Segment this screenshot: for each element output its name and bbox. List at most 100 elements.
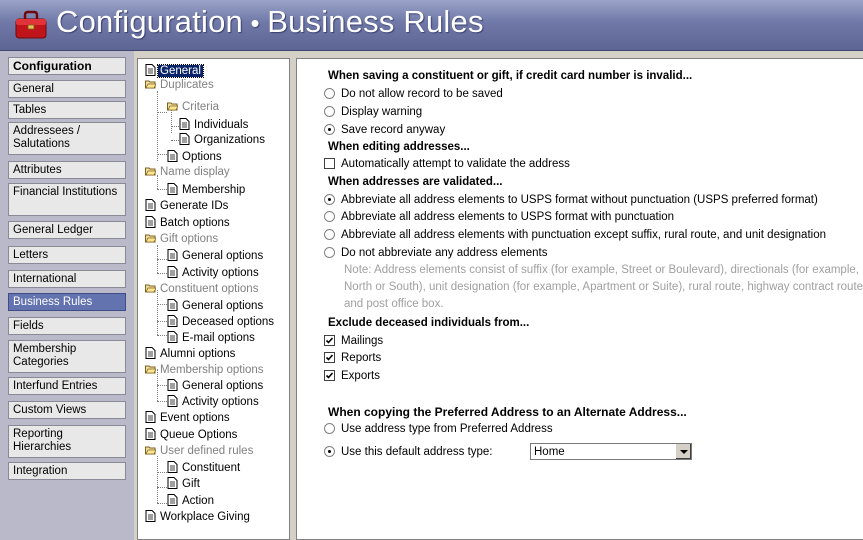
open-folder-icon (145, 284, 156, 293)
sidebar-item-integration[interactable]: Integration (8, 462, 126, 480)
tree-item-membership-general-options[interactable]: General options (167, 379, 265, 393)
document-icon (179, 118, 190, 130)
sidebar-item-interfund-entries[interactable]: Interfund Entries (8, 377, 126, 395)
sidebar-item-custom-views[interactable]: Custom Views (8, 401, 126, 419)
open-folder-icon (145, 365, 156, 374)
page-title: Configuration • Business Rules (56, 4, 484, 39)
document-icon (179, 133, 190, 145)
sidebar-item-tables[interactable]: Tables (8, 101, 126, 119)
tree-item-organizations[interactable]: Organizations (179, 133, 267, 147)
sidebar-header-configuration[interactable]: Configuration (8, 57, 126, 75)
tree-item-deceased-options[interactable]: Deceased options (167, 315, 276, 329)
address-elements-note: Note: Address elements consist of suffix… (344, 264, 863, 310)
tree-item-membership-options[interactable]: Membership options (145, 363, 266, 377)
document-icon (167, 379, 178, 391)
toolbox-icon (15, 10, 47, 39)
document-icon (167, 395, 178, 407)
radio-button[interactable] (324, 229, 335, 240)
radio-button[interactable] (324, 106, 335, 117)
sidebar-item-letters[interactable]: Letters (8, 246, 126, 264)
radio-button-selected[interactable] (324, 124, 335, 135)
general-rules-panel: When saving a constituent or gift, if cr… (296, 58, 863, 540)
copy-option-default-type[interactable]: Use this default address type: Home (324, 443, 724, 460)
tree-item-general[interactable]: General (145, 64, 204, 78)
checkmark-icon (325, 354, 334, 361)
checkmark-icon (325, 337, 334, 344)
sidebar-item-membership-categories[interactable]: Membership Categories (8, 340, 126, 373)
document-icon (145, 510, 156, 522)
document-icon (167, 183, 178, 195)
document-icon (145, 411, 156, 423)
tree-item-gift[interactable]: Gift (167, 477, 202, 491)
sidebar-item-addressees-salutations[interactable]: Addressees / Salutations (8, 122, 126, 155)
title-bar: Configuration • Business Rules (0, 0, 863, 51)
sidebar-item-business-rules[interactable]: Business Rules (8, 293, 126, 311)
document-icon (167, 249, 178, 261)
tree-item-membership-activity-options[interactable]: Activity options (167, 395, 261, 409)
document-icon (145, 428, 156, 440)
tree-item-batch-options[interactable]: Batch options (145, 216, 232, 230)
addresses-validated-heading: When addresses are validated... (328, 176, 503, 188)
document-icon (167, 494, 178, 506)
radio-button-selected[interactable] (324, 194, 335, 205)
tree-item-constituent[interactable]: Constituent (167, 461, 242, 475)
tree-item-options[interactable]: Options (167, 150, 224, 164)
tree-item-duplicates[interactable]: Duplicates (145, 78, 216, 92)
document-icon (167, 461, 178, 473)
open-folder-icon (167, 102, 178, 111)
document-icon (167, 299, 178, 311)
tree-item-event-options[interactable]: Event options (145, 411, 232, 425)
tree-item-name-display[interactable]: Name display (145, 165, 232, 179)
dropdown-arrow-icon[interactable] (675, 444, 691, 459)
copy-preferred-address-heading: When copying the Preferred Address to an… (328, 405, 687, 419)
default-address-type-select[interactable]: Home (530, 443, 692, 460)
tree-item-individuals[interactable]: Individuals (179, 118, 250, 132)
editing-addresses-heading: When editing addresses... (328, 141, 470, 153)
tree-item-gift-options[interactable]: Gift options (145, 232, 220, 246)
config-sidebar: Configuration General Tables Addressees … (0, 51, 134, 540)
sidebar-item-reporting-hierarchies[interactable]: Reporting Hierarchies (8, 425, 126, 458)
checkbox[interactable] (324, 352, 335, 363)
tree-item-generate-ids[interactable]: Generate IDs (145, 199, 230, 213)
tree-item-gift-general-options[interactable]: General options (167, 249, 265, 263)
tree-item-constituent-general-options[interactable]: General options (167, 299, 265, 313)
radio-button-selected[interactable] (324, 446, 335, 457)
business-rules-tree: General Duplicates Criteria Individuals … (137, 58, 290, 540)
radio-button[interactable] (324, 211, 335, 222)
checkbox[interactable] (324, 370, 335, 381)
document-icon (145, 199, 156, 211)
tree-item-queue-options[interactable]: Queue Options (145, 428, 239, 442)
document-icon (145, 347, 156, 359)
radio-button[interactable] (324, 247, 335, 258)
sidebar-item-attributes[interactable]: Attributes (8, 161, 126, 179)
tree-item-alumni-options[interactable]: Alumni options (145, 347, 237, 361)
checkbox[interactable] (324, 335, 335, 346)
document-icon (167, 150, 178, 162)
checkbox[interactable] (324, 158, 335, 169)
tree-item-user-defined-rules[interactable]: User defined rules (145, 444, 255, 458)
document-icon (167, 266, 178, 278)
tree-item-workplace-giving[interactable]: Workplace Giving (145, 510, 252, 524)
sidebar-item-financial-institutions[interactable]: Financial Institutions (8, 183, 126, 216)
document-icon (167, 315, 178, 327)
sidebar-item-international[interactable]: International (8, 270, 126, 288)
radio-button[interactable] (324, 88, 335, 99)
exclude-deceased-heading: Exclude deceased individuals from... (328, 317, 530, 329)
document-icon (145, 64, 156, 76)
tree-item-action[interactable]: Action (167, 494, 216, 508)
tree-item-email-options[interactable]: E-mail options (167, 331, 257, 345)
sidebar-item-fields[interactable]: Fields (8, 317, 126, 335)
tree-item-membership[interactable]: Membership (167, 183, 247, 197)
radio-button[interactable] (324, 423, 335, 434)
tree-item-constituent-options[interactable]: Constituent options (145, 282, 260, 296)
cc-invalid-heading: When saving a constituent or gift, if cr… (328, 70, 693, 82)
open-folder-icon (145, 80, 156, 89)
open-folder-icon (145, 234, 156, 243)
document-icon (167, 477, 178, 489)
tree-item-criteria[interactable]: Criteria (167, 100, 221, 114)
document-icon (167, 331, 178, 343)
sidebar-item-general-ledger[interactable]: General Ledger (8, 221, 126, 239)
sidebar-item-general[interactable]: General (8, 80, 126, 98)
tree-item-gift-activity-options[interactable]: Activity options (167, 266, 261, 280)
checkmark-icon (325, 372, 334, 379)
